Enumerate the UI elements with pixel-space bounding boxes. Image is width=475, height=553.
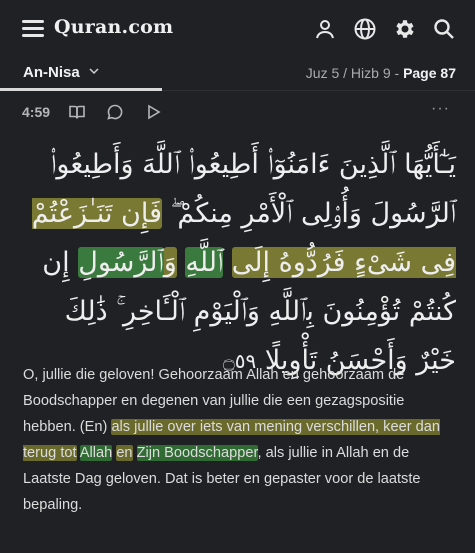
menu-icon[interactable] [22, 20, 44, 37]
comment-icon[interactable] [106, 103, 124, 121]
page-info: Juz 5 / Hizb 9 - Page 87 [306, 65, 456, 81]
gear-icon[interactable] [393, 17, 417, 41]
translation-highlight-en: en [116, 445, 133, 461]
chevron-down-icon [88, 64, 100, 81]
verse-actions: 4:59 [22, 103, 182, 121]
translation-highlight-boodschapper: Zijn Boodschapper [136, 445, 258, 461]
verse-key[interactable]: 4:59 [22, 104, 50, 120]
globe-icon[interactable] [353, 17, 377, 41]
surah-name: An-Nisa [23, 64, 80, 81]
play-icon[interactable] [144, 103, 162, 121]
page-number: Page 87 [403, 65, 456, 81]
arabic-highlight-wa: وَ [163, 247, 177, 278]
top-bar: Quran.com [0, 0, 475, 58]
translation-highlight-allah: Allah [79, 445, 113, 461]
arabic-highlight-allah: ٱللَّهِ [185, 247, 224, 278]
brand-logo[interactable]: Quran.com [54, 16, 173, 38]
arabic-highlight-rasul: ٱلرَّسُولِ [78, 247, 164, 278]
surah-selector[interactable]: An-Nisa [23, 64, 100, 81]
arabic-space [223, 247, 232, 278]
user-icon[interactable] [313, 17, 337, 41]
active-tab-indicator [0, 88, 162, 91]
book-icon[interactable] [68, 103, 86, 121]
search-icon[interactable] [432, 17, 456, 41]
arabic-verse-text: يَـٰٓأَيُّهَا ٱلَّذِينَ ءَامَنُوٓا۟ أَطِ… [18, 140, 456, 386]
translation-space [133, 445, 137, 461]
more-options-icon[interactable]: ··· [431, 100, 450, 118]
juz-hizb-label: Juz 5 / Hizb 9 - [305, 65, 404, 81]
context-bar: An-Nisa Juz 5 / Hizb 9 - Page 87 [0, 58, 475, 91]
translation-text: O, jullie die geloven! Gehoorzaam Allah … [23, 362, 455, 518]
